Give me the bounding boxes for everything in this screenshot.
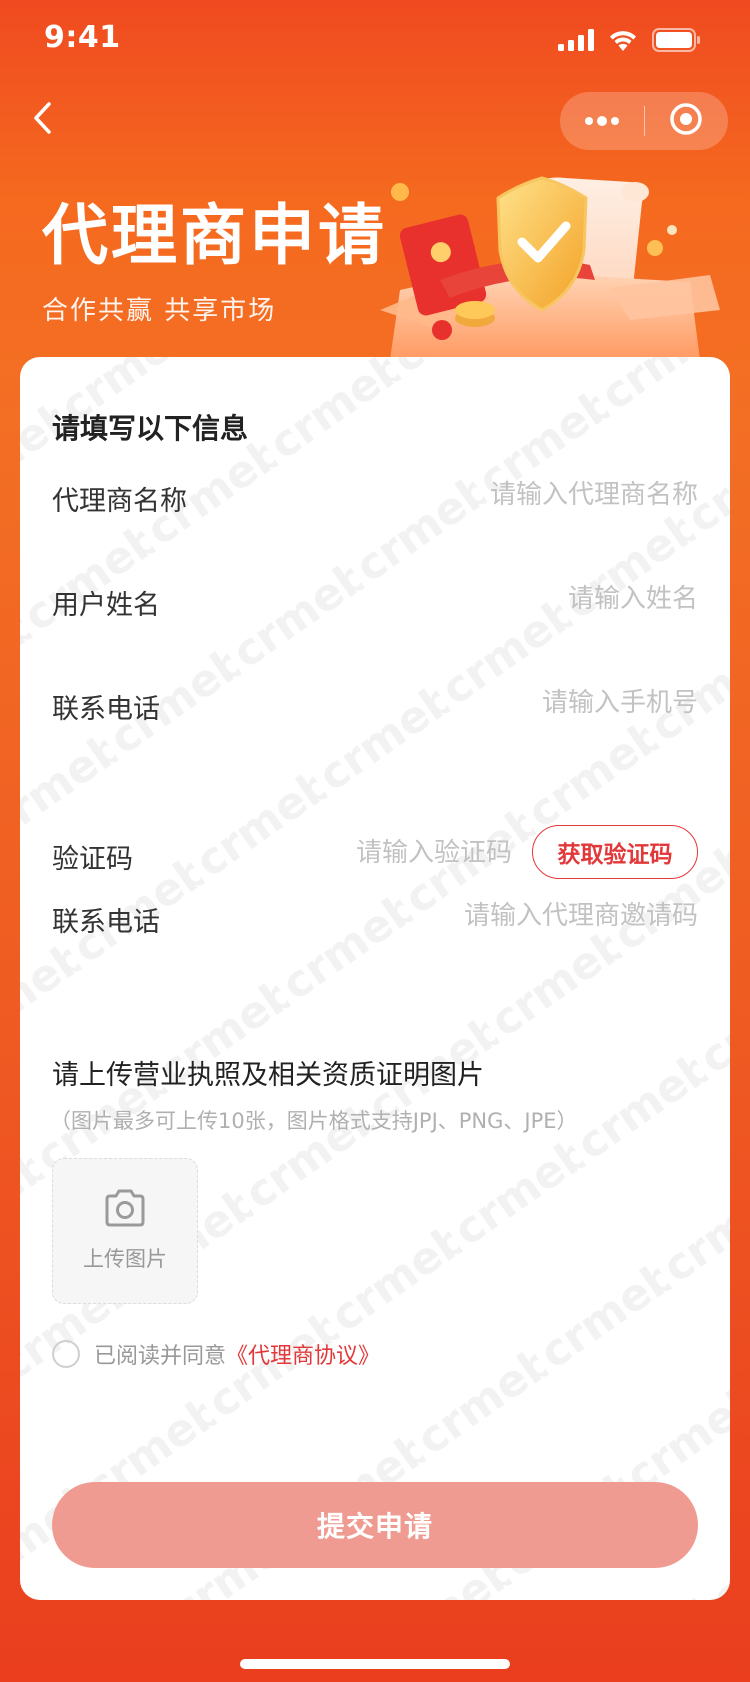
upload-title: 请上传营业执照及相关资质证明图片 — [52, 1060, 484, 1091]
status-bar: 9:41 — [0, 0, 750, 82]
upload-hint: （图片最多可上传10张，图片格式支持JPJ、PNG、JPE） — [50, 1109, 578, 1133]
back-button[interactable] — [22, 96, 62, 144]
field-row-verify-code: 验证码 获取验证码 — [52, 825, 698, 881]
signal-icon — [558, 29, 594, 51]
battery-icon — [652, 28, 702, 52]
page-title: 代理商申请 — [42, 197, 387, 274]
agent-application-screen: 9:41 代理商申请 合作共赢 共享市场 请填写以下信息 代理商名称 请输入代理… — [0, 0, 750, 1682]
watermark: crmeb — [20, 357, 730, 1600]
field-label-invite-code: 联系电话 — [52, 907, 160, 938]
form-heading: 请填写以下信息 — [52, 412, 249, 445]
shield-check-illustration — [380, 170, 720, 360]
more-button[interactable] — [560, 92, 644, 150]
field-label-agent-name: 代理商名称 — [52, 486, 187, 517]
agreement-checkbox[interactable] — [52, 1340, 80, 1368]
upload-image-button[interactable]: 上传图片 — [52, 1158, 198, 1304]
field-row-user-name: 用户姓名 — [52, 569, 698, 629]
status-icons — [558, 28, 702, 52]
chevron-left-icon — [31, 101, 53, 139]
agent-agreement-link[interactable]: 《代理商协议》 — [226, 1338, 380, 1370]
home-indicator — [240, 1659, 510, 1669]
close-miniprogram-button[interactable] — [645, 92, 729, 150]
wifi-icon — [608, 29, 638, 51]
user-name-input[interactable] — [278, 577, 698, 621]
application-form-card: crmeb 请填写以下信息 代理商名称 用户姓名 联系电话 验证码 获取验证码 — [20, 357, 730, 1600]
close-target-icon — [669, 102, 703, 140]
field-label-phone: 联系电话 — [52, 694, 160, 725]
agent-name-input[interactable] — [278, 473, 698, 517]
get-verify-code-button[interactable]: 获取验证码 — [532, 825, 698, 879]
field-label-user-name: 用户姓名 — [52, 590, 160, 621]
field-row-phone: 联系电话 — [52, 673, 698, 733]
more-dots-icon — [584, 112, 620, 131]
field-label-verify-code: 验证码 — [52, 844, 133, 875]
invite-code-input[interactable] — [278, 894, 698, 938]
agreement-row: 已阅读并同意 《代理商协议》 — [52, 1337, 380, 1371]
submit-application-button[interactable]: 提交申请 — [52, 1482, 698, 1568]
camera-icon — [103, 1189, 147, 1231]
miniprogram-capsule — [560, 92, 728, 150]
page-subtitle: 合作共赢 共享市场 — [42, 296, 277, 326]
agreement-text: 已阅读并同意 — [94, 1344, 227, 1369]
field-row-invite-code: 联系电话 — [52, 886, 698, 946]
phone-input[interactable] — [278, 681, 698, 725]
status-time: 9:41 — [44, 20, 121, 55]
upload-image-label: 上传图片 — [83, 1247, 167, 1271]
verify-code-input[interactable] — [232, 831, 512, 875]
field-row-agent-name: 代理商名称 — [52, 465, 698, 525]
